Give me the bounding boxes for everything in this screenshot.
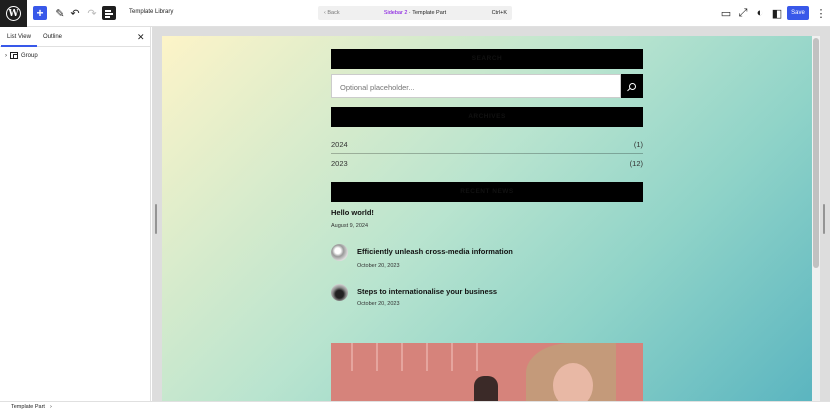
post-date: October 20, 2023: [357, 301, 400, 307]
tab-list-view[interactable]: List View: [1, 34, 37, 47]
canvas-scrollbar[interactable]: [812, 36, 820, 401]
chevron-right-icon: ›: [50, 404, 52, 410]
post-title[interactable]: Steps to internationalise your business: [357, 287, 497, 296]
featured-post-date: August 9, 2024: [331, 223, 369, 229]
archive-count: (1): [633, 140, 643, 149]
block-breadcrumb-bar: Template Part ›: [0, 401, 830, 412]
scrollbar-thumb[interactable]: [813, 38, 819, 268]
post-date: October 20, 2023: [357, 263, 400, 269]
template-library-link[interactable]: Template Library: [129, 9, 173, 15]
resize-handle-right[interactable]: [823, 204, 825, 234]
post-title[interactable]: Efficiently unleash cross-media informat…: [357, 247, 513, 256]
recent-news-heading[interactable]: RECENT NEWS: [331, 182, 643, 202]
wordpress-icon: W: [6, 6, 21, 21]
wordpress-logo-button[interactable]: W: [0, 0, 27, 27]
document-overview-button[interactable]: [102, 6, 116, 20]
save-button[interactable]: Save: [787, 6, 809, 20]
shortcut-hint: Ctrl+K: [491, 10, 507, 16]
list-item-label: Group: [21, 52, 38, 59]
featured-post-title[interactable]: Hello world!: [331, 208, 374, 217]
divider: [331, 153, 643, 154]
featured-image[interactable]: [331, 343, 643, 401]
desktop-preview-icon[interactable]: ▭: [719, 6, 733, 20]
tab-outline[interactable]: Outline: [43, 34, 62, 40]
archive-item[interactable]: 2023 (12): [331, 159, 643, 168]
search-block[interactable]: Optional placeholder...: [331, 74, 643, 98]
search-input[interactable]: Optional placeholder...: [331, 74, 621, 98]
search-heading[interactable]: SEARCH: [331, 49, 643, 69]
editor-header: W + ✎ ↶ ↷ Template Library ‹ Back Sideba…: [0, 0, 830, 27]
block-inserter-button[interactable]: +: [33, 6, 47, 20]
archive-year[interactable]: 2024: [331, 140, 348, 149]
styles-contrast-icon[interactable]: ◐: [753, 6, 767, 20]
archive-count: (12): [629, 159, 643, 168]
search-placeholder: Optional placeholder...: [340, 83, 415, 92]
fullscreen-icon[interactable]: ⤢: [736, 6, 750, 20]
archives-heading[interactable]: ARCHIVES: [331, 107, 643, 127]
list-view-sidebar: List View Outline ✕ › Group: [0, 27, 151, 401]
list-item-group[interactable]: › Group: [5, 52, 38, 59]
close-icon[interactable]: ✕: [137, 32, 145, 43]
search-button[interactable]: [621, 74, 643, 98]
post-thumbnail[interactable]: [331, 244, 348, 261]
command-palette-bar[interactable]: ‹ Back Sidebar 2 · Template Part Ctrl+K: [318, 6, 512, 20]
undo-icon[interactable]: ↶: [68, 6, 82, 20]
editor-canvas-area: SEARCH Optional placeholder... ARCHIVES …: [152, 27, 830, 401]
breadcrumb-template-part[interactable]: Template Part: [11, 404, 45, 410]
document-title: Sidebar 2 · Template Part: [383, 10, 447, 16]
archive-year[interactable]: 2023: [331, 159, 348, 168]
pencil-tools-icon[interactable]: ✎: [53, 6, 67, 20]
archive-item[interactable]: 2024 (1): [331, 140, 643, 149]
group-block-icon: [10, 52, 18, 59]
chevron-right-icon[interactable]: ›: [5, 53, 7, 59]
resize-handle-left[interactable]: [155, 204, 157, 234]
settings-sidebar-icon[interactable]: ◧: [770, 6, 784, 20]
template-part-canvas[interactable]: SEARCH Optional placeholder... ARCHIVES …: [162, 36, 812, 401]
sidebar-tabs: List View Outline ✕: [0, 27, 150, 47]
search-icon: [628, 82, 636, 90]
redo-icon[interactable]: ↷: [85, 6, 99, 20]
post-thumbnail[interactable]: [331, 284, 348, 301]
more-options-icon[interactable]: ⋮: [814, 6, 828, 20]
